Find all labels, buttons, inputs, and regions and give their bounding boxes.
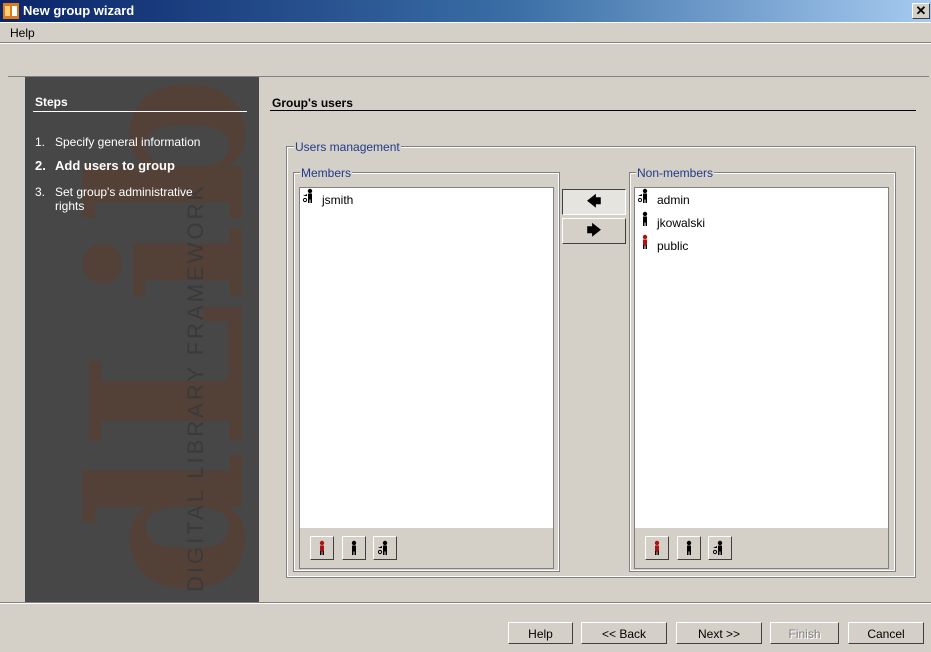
framework-vertical-text: DIGITAL LIBRARY FRAMEWORK [183, 182, 208, 592]
remove-from-members-button[interactable]: 🡆 [562, 218, 626, 244]
finish-button[interactable]: Finish [770, 622, 839, 644]
wizard-app-icon [3, 3, 19, 19]
step-label: Add users to group [55, 158, 175, 173]
public-user-icon [637, 234, 653, 258]
filter-public-user-button[interactable] [645, 536, 669, 560]
list-item[interactable]: public [635, 234, 888, 257]
user-icon [686, 540, 692, 555]
user-icon [637, 211, 653, 235]
admin-user-icon [302, 188, 318, 212]
non-member-name: public [657, 239, 689, 253]
user-icon [351, 540, 357, 555]
filter-admin-user-button[interactable] [708, 536, 732, 560]
non-member-name: jkowalski [657, 216, 706, 230]
menu-bar: Help [0, 23, 931, 42]
public-user-icon [654, 540, 660, 555]
non-members-legend: Non-members [636, 166, 715, 180]
add-to-members-button[interactable]: 🡄 [562, 189, 626, 215]
filter-user-button[interactable] [677, 536, 701, 560]
close-button[interactable]: ✕ [912, 3, 930, 19]
steps-gutter [8, 77, 25, 602]
cancel-button[interactable]: Cancel [848, 622, 924, 644]
list-item[interactable]: admin [635, 188, 888, 211]
menu-divider-highlight [0, 43, 931, 44]
section-title-underline [270, 110, 916, 111]
add-public-user-button[interactable] [310, 536, 334, 560]
member-name: jsmith [322, 193, 354, 207]
step-item-2: 2. Add users to group [35, 158, 175, 173]
list-item[interactable]: jsmith [300, 188, 553, 211]
help-button[interactable]: Help [508, 622, 573, 644]
footer-divider-highlight [0, 603, 931, 604]
menu-help[interactable]: Help [10, 26, 35, 40]
admin-user-icon [377, 540, 388, 555]
step-label: Set group's administrative rights [55, 185, 193, 213]
non-members-toolbar [634, 528, 889, 569]
add-user-button[interactable] [342, 536, 366, 560]
non-member-name: admin [657, 193, 690, 207]
step-item-1: 1. Specify general information [35, 135, 201, 149]
close-icon: ✕ [915, 3, 927, 18]
steps-header-underline [33, 111, 247, 112]
arrow-left-icon: 🡄 [586, 193, 602, 209]
arrow-right-icon: 🡆 [586, 222, 602, 238]
non-members-list[interactable]: admin jkowalski public [634, 187, 889, 529]
window-title: New group wizard [23, 3, 135, 18]
dlibra-watermark-logo: dLibra [45, 77, 259, 597]
next-button[interactable]: Next >> [676, 622, 762, 644]
members-list[interactable]: jsmith [299, 187, 554, 529]
admin-user-icon [637, 188, 653, 212]
step-label: Specify general information [55, 135, 201, 149]
admin-user-icon [712, 540, 723, 555]
users-management-legend: Users management [294, 140, 401, 154]
list-item[interactable]: jkowalski [635, 211, 888, 234]
steps-panel: dLibra DIGITAL LIBRARY FRAMEWORK Steps 1… [25, 77, 259, 602]
members-legend: Members [300, 166, 353, 180]
title-bar: New group wizard ✕ [0, 0, 931, 23]
section-title: Group's users [272, 96, 353, 110]
add-admin-user-button[interactable] [373, 536, 397, 560]
members-toolbar [299, 528, 554, 569]
public-user-icon [319, 540, 325, 555]
back-button[interactable]: << Back [581, 622, 667, 644]
step-item-3: 3. Set group's administrative rights [35, 185, 225, 213]
steps-header: Steps [35, 95, 68, 109]
